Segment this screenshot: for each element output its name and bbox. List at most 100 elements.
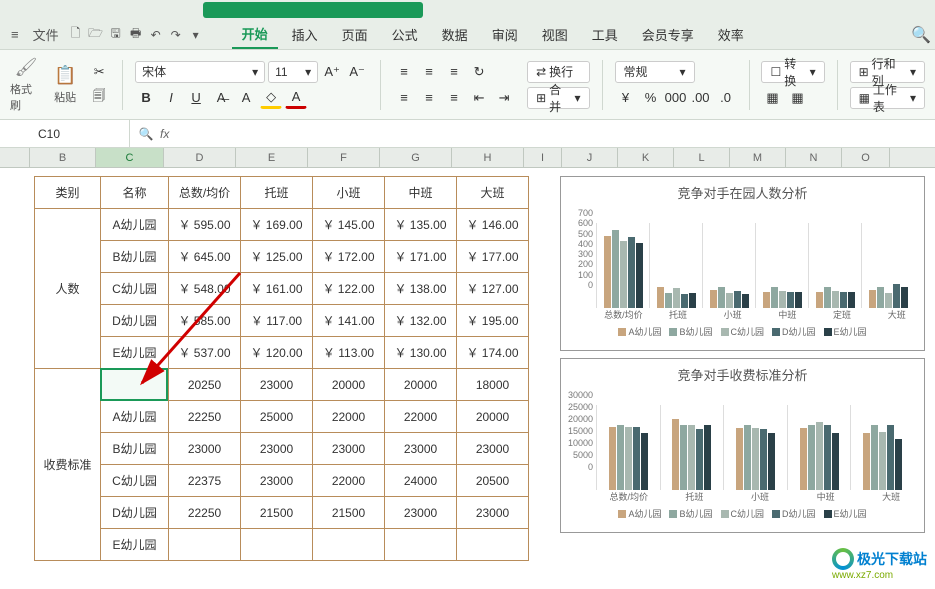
- cell[interactable]: ￥ 174.00: [457, 337, 529, 369]
- cell[interactable]: 收费标准: [35, 369, 101, 561]
- cell[interactable]: [241, 529, 313, 561]
- convert-button[interactable]: ☐ 转换 ▾: [761, 61, 824, 83]
- cell[interactable]: ￥ 177.00: [457, 241, 529, 273]
- col-header-K[interactable]: K: [618, 148, 674, 167]
- font-effect-icon[interactable]: A: [235, 87, 257, 109]
- cell[interactable]: 名称: [101, 177, 169, 209]
- col-header-N[interactable]: N: [786, 148, 842, 167]
- cell[interactable]: ￥ 585.00: [169, 305, 241, 337]
- wrap-button[interactable]: ⇄ 换行: [527, 61, 589, 83]
- cell[interactable]: [101, 369, 169, 401]
- col-header-B[interactable]: B: [30, 148, 96, 167]
- cell[interactable]: ￥ 117.00: [241, 305, 313, 337]
- font-color-icon[interactable]: A: [285, 87, 307, 109]
- cell[interactable]: ￥ 130.00: [385, 337, 457, 369]
- cell[interactable]: 22000: [313, 465, 385, 497]
- tab-member[interactable]: 会员专享: [632, 21, 704, 48]
- rowcol-button[interactable]: ⊞ 行和列 ▾: [850, 61, 925, 83]
- col-header-E[interactable]: E: [236, 148, 308, 167]
- cell[interactable]: 22000: [385, 401, 457, 433]
- col-header-L[interactable]: L: [674, 148, 730, 167]
- cell[interactable]: ￥ 161.00: [241, 273, 313, 305]
- align-bottom-icon[interactable]: ≡: [443, 61, 465, 83]
- cell[interactable]: ￥ 127.00: [457, 273, 529, 305]
- cell[interactable]: ￥ 169.00: [241, 209, 313, 241]
- tab-tools[interactable]: 工具: [582, 21, 628, 48]
- cell[interactable]: ￥ 122.00: [313, 273, 385, 305]
- col-header-H[interactable]: H: [452, 148, 524, 167]
- cell[interactable]: E幼儿园: [101, 337, 169, 369]
- search-icon[interactable]: 🔍: [913, 27, 929, 43]
- chart-enrollment[interactable]: 竞争对手在园人数分析7006005004003002001000总数/均价托班小…: [560, 176, 925, 351]
- cell[interactable]: ￥ 145.00: [313, 209, 385, 241]
- cell[interactable]: 22000: [313, 401, 385, 433]
- cell[interactable]: A幼儿园: [101, 209, 169, 241]
- decrease-font-icon[interactable]: A⁻: [346, 61, 368, 83]
- cut-icon[interactable]: ✂: [88, 61, 110, 83]
- paste-icon[interactable]: 📋: [54, 65, 76, 87]
- indent-dec-icon[interactable]: ⇤: [468, 87, 490, 109]
- print-icon[interactable]: 🖶: [128, 27, 144, 43]
- save-icon[interactable]: 🖫: [108, 27, 124, 43]
- orientation-icon[interactable]: ↻: [468, 61, 490, 83]
- fx-label[interactable]: fx: [160, 127, 169, 141]
- cell[interactable]: 20000: [385, 369, 457, 401]
- cell[interactable]: 20500: [457, 465, 529, 497]
- cell[interactable]: C幼儿园: [101, 465, 169, 497]
- cell[interactable]: 24000: [385, 465, 457, 497]
- cell[interactable]: D幼儿园: [101, 497, 169, 529]
- copy-icon[interactable]: 🗐: [88, 87, 110, 109]
- cell[interactable]: ￥ 645.00: [169, 241, 241, 273]
- cell[interactable]: 23000: [313, 433, 385, 465]
- cell[interactable]: ￥ 172.00: [313, 241, 385, 273]
- cell[interactable]: ￥ 595.00: [169, 209, 241, 241]
- col-header-I[interactable]: I: [524, 148, 562, 167]
- new-icon[interactable]: 🗋: [68, 27, 84, 43]
- cell[interactable]: 23000: [241, 465, 313, 497]
- align-right-icon[interactable]: ≡: [443, 87, 465, 109]
- cell[interactable]: B幼儿园: [101, 241, 169, 273]
- font-size-select[interactable]: 11▾: [268, 61, 318, 83]
- cell[interactable]: ￥ 138.00: [385, 273, 457, 305]
- cell[interactable]: [385, 529, 457, 561]
- col-header-J[interactable]: J: [562, 148, 618, 167]
- cell[interactable]: 25000: [241, 401, 313, 433]
- cell[interactable]: ￥ 141.00: [313, 305, 385, 337]
- comma-icon[interactable]: 000: [665, 87, 687, 109]
- cell[interactable]: ￥ 132.00: [385, 305, 457, 337]
- strike-icon[interactable]: A̶: [210, 87, 232, 109]
- cell[interactable]: [457, 529, 529, 561]
- cell[interactable]: 21500: [313, 497, 385, 529]
- cell[interactable]: ￥ 113.00: [313, 337, 385, 369]
- data-table[interactable]: 类别名称总数/均价托班小班中班大班人数A幼儿园￥ 595.00￥ 169.00￥…: [34, 176, 529, 561]
- redo-icon[interactable]: ↷: [168, 27, 184, 43]
- table-style-icon[interactable]: ▦: [786, 87, 808, 109]
- cell[interactable]: 22375: [169, 465, 241, 497]
- cell[interactable]: ￥ 195.00: [457, 305, 529, 337]
- cell[interactable]: 22250: [169, 497, 241, 529]
- doc-tab-2[interactable]: [203, 2, 423, 18]
- cell[interactable]: 23000: [385, 433, 457, 465]
- tab-page[interactable]: 页面: [332, 21, 378, 48]
- cell[interactable]: 20250: [169, 369, 241, 401]
- tab-formula[interactable]: 公式: [382, 21, 428, 48]
- align-center-icon[interactable]: ≡: [418, 87, 440, 109]
- cell[interactable]: 23000: [241, 369, 313, 401]
- font-name-select[interactable]: 宋体▾: [135, 61, 265, 83]
- more-icon[interactable]: ▾: [188, 27, 204, 43]
- tab-start[interactable]: 开始: [232, 20, 278, 49]
- number-format-select[interactable]: 常规▾: [615, 61, 695, 83]
- cell[interactable]: D幼儿园: [101, 305, 169, 337]
- cell[interactable]: 20000: [313, 369, 385, 401]
- cell[interactable]: 类别: [35, 177, 101, 209]
- col-header-G[interactable]: G: [380, 148, 452, 167]
- window-menu-icon[interactable]: ≡: [6, 27, 24, 42]
- cell[interactable]: ￥ 171.00: [385, 241, 457, 273]
- cell[interactable]: 中班: [385, 177, 457, 209]
- cell[interactable]: A幼儿园: [101, 401, 169, 433]
- select-all-corner[interactable]: [0, 148, 30, 167]
- cell[interactable]: 23000: [457, 433, 529, 465]
- col-header-F[interactable]: F: [308, 148, 380, 167]
- cell[interactable]: 23000: [457, 497, 529, 529]
- cell[interactable]: 总数/均价: [169, 177, 241, 209]
